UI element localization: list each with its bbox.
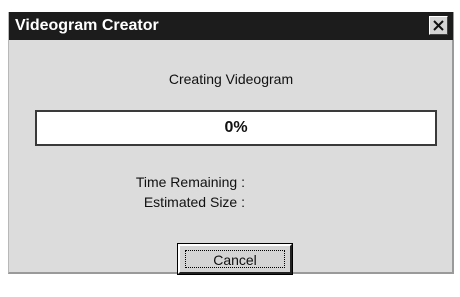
status-message: Creating Videogram <box>168 71 294 87</box>
close-x-icon <box>433 20 444 31</box>
title-bar[interactable]: Videogram Creator <box>9 12 453 40</box>
cancel-button-label: Cancel <box>185 250 285 268</box>
window-title: Videogram Creator <box>15 17 159 34</box>
cancel-button[interactable]: Cancel <box>177 243 293 275</box>
time-remaining-label: Time Remaining : <box>135 174 245 190</box>
progress-bar: 0% <box>35 110 437 146</box>
progress-percent: 0% <box>224 119 248 136</box>
videogram-creator-dialog: Videogram Creator Creating Videogram 0% … <box>8 12 454 275</box>
estimated-size-label: Estimated Size : <box>143 194 245 210</box>
close-button[interactable] <box>429 16 448 35</box>
